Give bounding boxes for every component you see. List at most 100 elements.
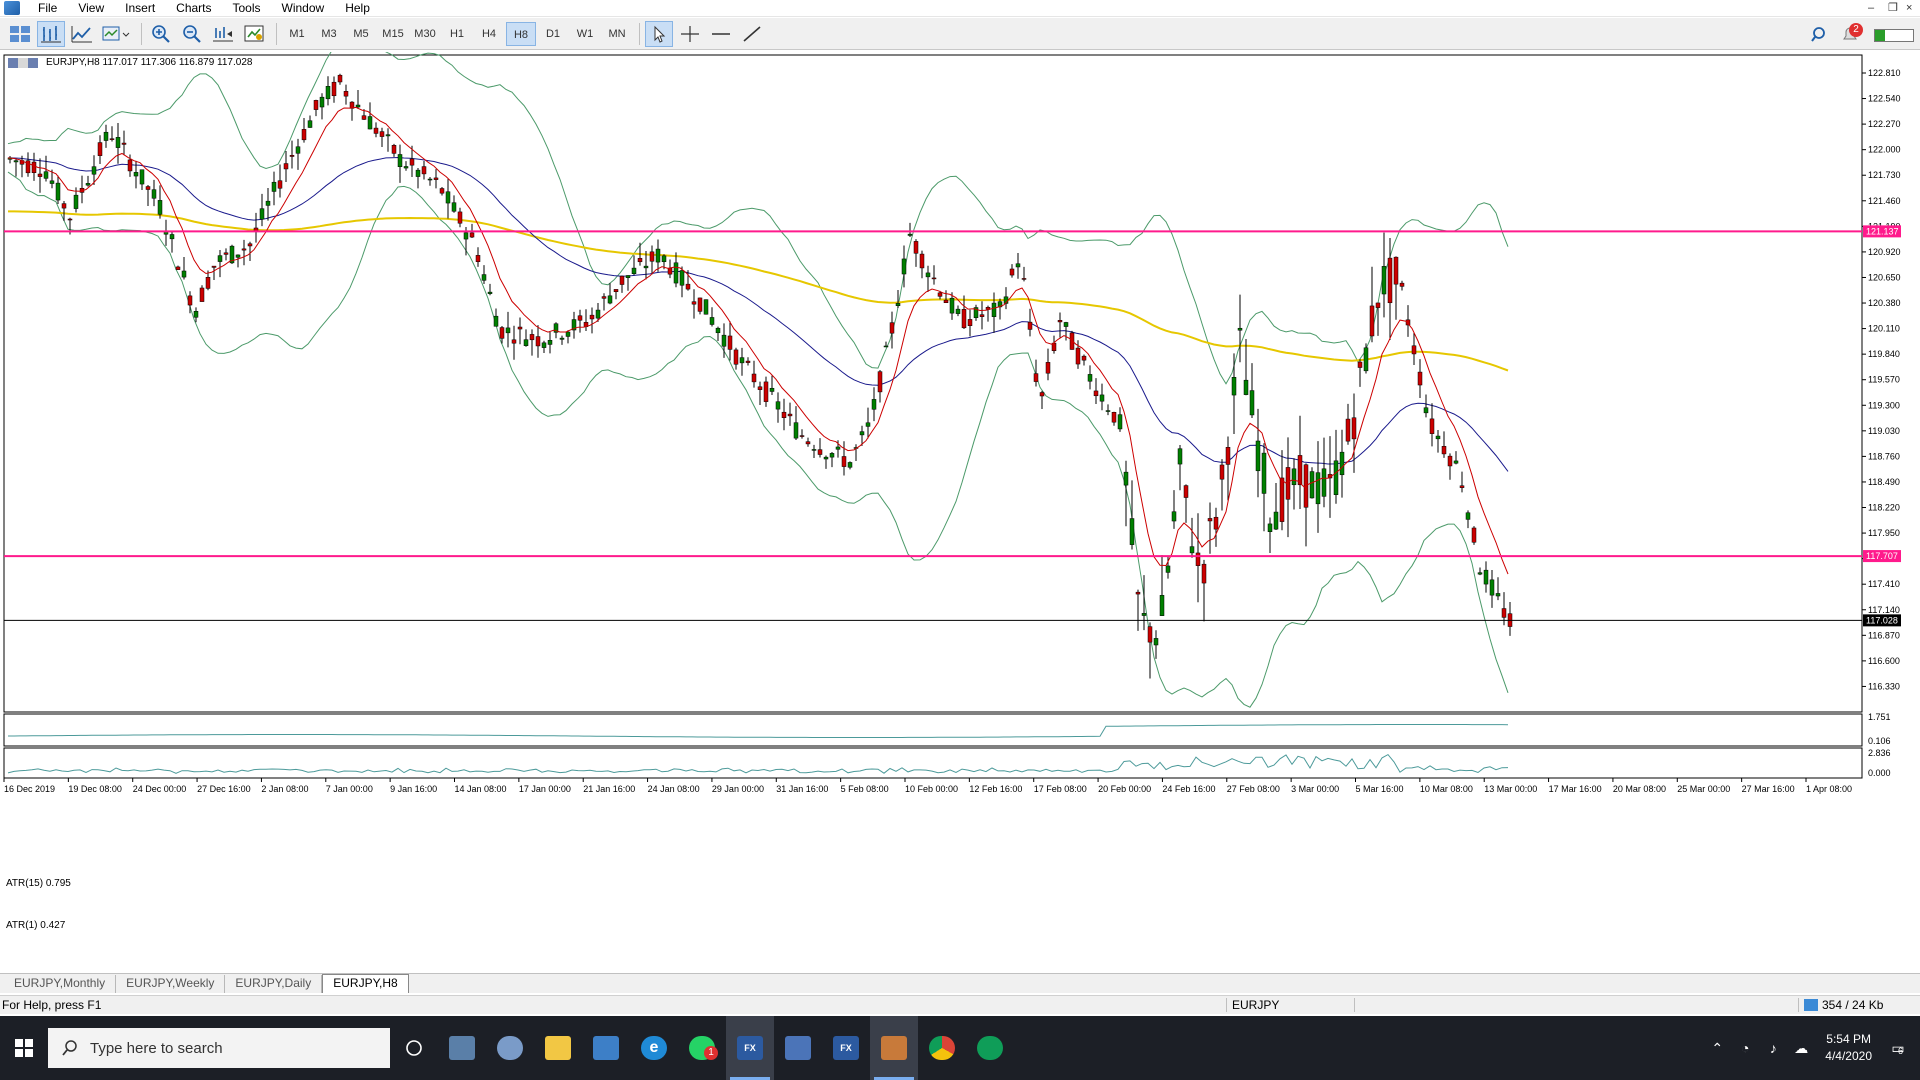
timeframe-d1[interactable]: D1 (538, 22, 568, 46)
chart-window[interactable]: 122.810 122.540 122.270 122.000 121.730 121.4… (0, 52, 1920, 972)
taskbar-app-whatsapp[interactable]: 1 (678, 1016, 726, 1080)
tool-app-icon (497, 1036, 523, 1060)
action-center-icon[interactable]: ▭ 6 (1886, 1040, 1910, 1057)
price-axis-label: 121.730 (1868, 170, 1901, 180)
autoscroll-icon[interactable] (240, 21, 268, 47)
chart-tabs: EURJPY,Monthly EURJPY,Weekly EURJPY,Dail… (0, 973, 1920, 993)
bar-chart-icon[interactable] (37, 20, 65, 47)
menu-insert[interactable]: Insert (117, 0, 168, 17)
candle-body (1177, 448, 1183, 465)
metatrader-icon (881, 1036, 907, 1060)
timeframe-m30[interactable]: M30 (410, 22, 440, 46)
menu-file[interactable]: File (30, 0, 70, 17)
candle-body (655, 248, 661, 263)
timeframe-h4[interactable]: H4 (474, 22, 504, 46)
toolbar: M1 M3 M5 M15 M30 H1 H4 H8 D1 W1 MN 2 (0, 18, 1920, 50)
taskbar-app-explorer-network[interactable] (438, 1016, 486, 1080)
taskbar-app-fxdeluxe-1[interactable]: FX (726, 1016, 774, 1080)
menu-help[interactable]: Help (337, 0, 383, 17)
price-chart[interactable]: 122.810 122.540 122.270 122.000 121.730 121.4… (0, 52, 1920, 972)
candle-body (625, 275, 631, 278)
candle-body (1501, 608, 1507, 618)
internet-explorer-icon: e (641, 1036, 667, 1060)
atr15-scale-min: 0.106 (1868, 736, 1891, 746)
taskbar-app-remote[interactable] (582, 1016, 630, 1080)
notification-bell-icon[interactable]: 2 (1837, 22, 1865, 48)
candle-body (589, 314, 595, 320)
wifi-icon[interactable]: ◔ (1733, 1040, 1757, 1056)
tab-eurjpy-daily[interactable]: EURJPY,Daily (225, 975, 323, 993)
search-icon (62, 1040, 77, 1056)
bollinger-upper-line (7, 52, 1509, 385)
candle-body (1339, 451, 1345, 476)
price-axis-label: 117.950 (1868, 528, 1900, 538)
taskbar-app-hangouts[interactable] (966, 1016, 1014, 1080)
taskbar-search[interactable]: Type here to search (48, 1028, 390, 1068)
menu-charts[interactable]: Charts (168, 0, 224, 17)
candle-body (619, 275, 625, 285)
profiles-icon[interactable] (6, 21, 34, 47)
candle-body (607, 295, 613, 304)
cursor-icon[interactable] (645, 20, 673, 47)
candle-body (517, 326, 523, 330)
tab-eurjpy-weekly[interactable]: EURJPY,Weekly (116, 975, 226, 993)
price-axis-label: 118.220 (1868, 503, 1900, 513)
volume-icon[interactable]: ♪ (1761, 1040, 1785, 1056)
taskbar-app-file-explorer[interactable] (534, 1016, 582, 1080)
taskbar-app-tool[interactable] (486, 1016, 534, 1080)
menu-view[interactable]: View (70, 0, 117, 17)
taskbar-app-ie[interactable]: e (630, 1016, 678, 1080)
search-icon[interactable] (1806, 22, 1834, 48)
zoom-in-icon[interactable] (147, 21, 175, 47)
tab-eurjpy-monthly[interactable]: EURJPY,Monthly (4, 975, 117, 993)
taskbar-app-chrome[interactable] (918, 1016, 966, 1080)
restore-button[interactable]: ❐ (1888, 0, 1898, 17)
time-axis-label: 20 Mar 08:00 (1613, 784, 1666, 794)
timeframe-m1[interactable]: M1 (282, 22, 312, 46)
candle-body (643, 265, 649, 269)
taskbar-app-metatrader[interactable] (870, 1016, 918, 1080)
candle-body (835, 446, 841, 450)
crosshair-icon[interactable] (676, 21, 704, 47)
timeframe-m3[interactable]: M3 (314, 22, 344, 46)
timeframe-w1[interactable]: W1 (570, 22, 600, 46)
candle-body (697, 297, 703, 312)
candle-body (1459, 485, 1465, 488)
cloud-icon[interactable]: ☁ (1789, 1040, 1813, 1057)
start-button[interactable] (0, 1016, 48, 1080)
taskbar-clock[interactable]: 5:54 PM 4/4/2020 (1825, 1031, 1872, 1065)
chevron-up-icon[interactable]: ⌃ (1705, 1040, 1729, 1057)
timeframe-m15[interactable]: M15 (378, 22, 408, 46)
candle-body (1207, 518, 1213, 522)
timeframe-h1[interactable]: H1 (442, 22, 472, 46)
zoom-out-icon[interactable] (178, 21, 206, 47)
trendline-icon[interactable] (738, 21, 766, 47)
tab-eurjpy-h8[interactable]: EURJPY,H8 (322, 974, 409, 993)
candle-body (361, 115, 367, 120)
candle-body (1081, 355, 1087, 361)
menu-window[interactable]: Window (274, 0, 338, 17)
candle-body (601, 296, 607, 299)
chart-shift-icon[interactable] (209, 21, 237, 47)
timeframe-mn[interactable]: MN (602, 22, 632, 46)
candle-body (763, 381, 769, 402)
candle-body (127, 159, 133, 172)
minimize-button[interactable]: – (1868, 0, 1874, 17)
menu-tools[interactable]: Tools (225, 0, 274, 17)
horizontal-line-icon[interactable] (707, 21, 735, 47)
timeframe-h8[interactable]: H8 (506, 21, 536, 46)
close-button[interactable]: × (1906, 0, 1912, 17)
taskbar-app-mt4-grid[interactable] (774, 1016, 822, 1080)
candle-body (1219, 464, 1225, 480)
candle-body (865, 422, 871, 427)
candle-body (673, 262, 679, 284)
taskbar-app-fxdeluxe-2[interactable]: FX (822, 1016, 870, 1080)
templates-icon[interactable] (99, 21, 133, 47)
candle-body (781, 411, 787, 418)
line-chart-icon[interactable] (68, 21, 96, 47)
candle-body (157, 200, 163, 215)
price-axis-label: 116.600 (1868, 656, 1900, 666)
candle-body (769, 387, 775, 392)
timeframe-m5[interactable]: M5 (346, 22, 376, 46)
task-view-button[interactable] (390, 1016, 438, 1080)
